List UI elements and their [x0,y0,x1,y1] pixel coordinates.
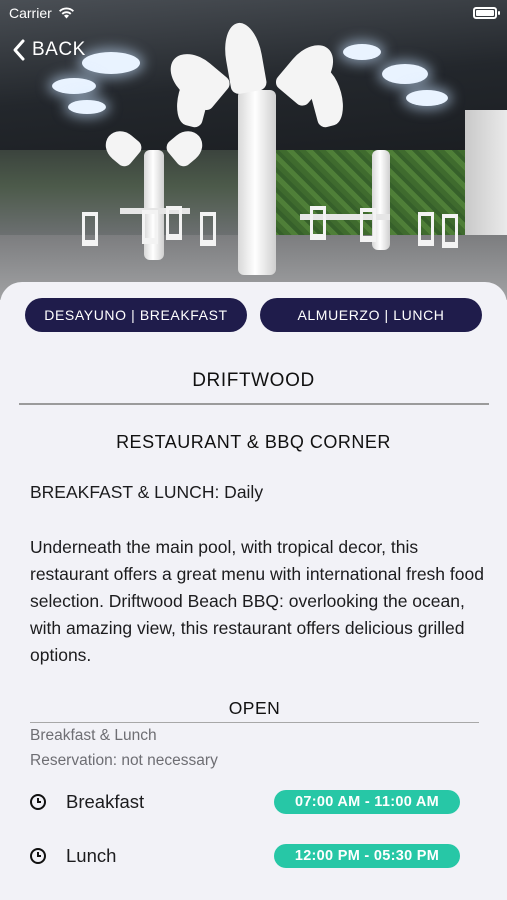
tab-lunch[interactable]: ALMUERZO | LUNCH [260,298,482,332]
clock-icon [30,794,46,810]
service-hours: BREAKFAST & LUNCH: Daily [30,482,264,502]
meal-tabs: DESAYUNO | BREAKFAST ALMUERZO | LUNCH [25,298,482,332]
reservation-info: Reservation: not necessary [30,752,218,769]
chevron-left-icon [13,39,25,61]
meal-label: Breakfast [66,791,145,812]
divider [19,403,489,405]
wifi-icon [58,7,74,19]
meals-info: Breakfast & Lunch [30,727,157,744]
schedule-row-breakfast: Breakfast 07:00 AM - 11:00 AM [30,789,460,815]
meal-label: Lunch [66,845,117,866]
restaurant-name: DRIFTWOOD [192,370,315,391]
divider [30,722,479,723]
tab-breakfast[interactable]: DESAYUNO | BREAKFAST [25,298,247,332]
clock-icon [30,848,46,864]
back-button[interactable]: BACK [12,38,86,62]
open-status: OPEN [228,698,281,718]
schedule-row-lunch: Lunch 12:00 PM - 05:30 PM [30,843,460,869]
restaurant-subtitle: RESTAURANT & BBQ CORNER [116,432,391,452]
carrier-label: Carrier [9,5,52,21]
back-label: BACK [32,39,86,60]
restaurant-description: Underneath the main pool, with tropical … [30,537,484,665]
time-badge: 12:00 PM - 05:30 PM [274,844,460,868]
time-badge: 07:00 AM - 11:00 AM [274,790,460,814]
battery-icon [473,7,500,19]
content-card: DESAYUNO | BREAKFAST ALMUERZO | LUNCH DR… [0,282,507,900]
status-bar: Carrier [9,5,75,21]
